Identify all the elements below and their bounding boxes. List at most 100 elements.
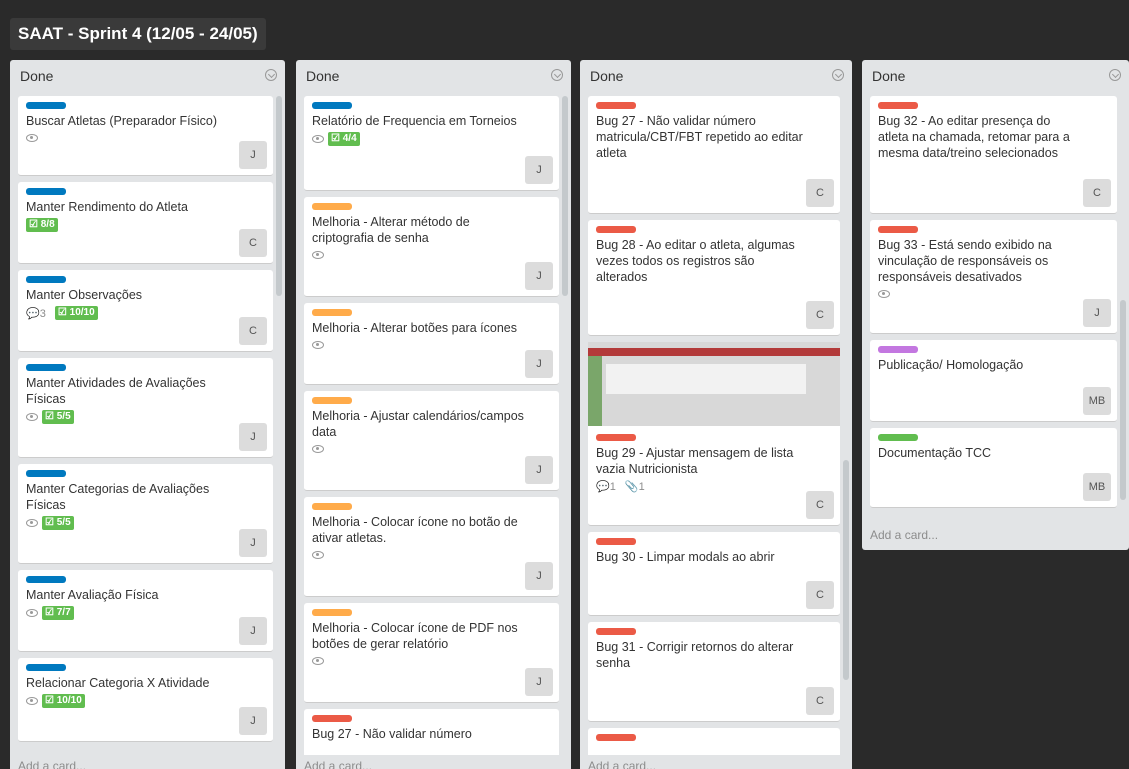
cards-container: Bug 27 - Não validar número matricula/CB… [588,96,840,755]
thumbnail-header-bar [588,348,840,356]
label-blue [26,364,66,371]
card-title: Relatório de Frequencia em Torneios [312,114,517,128]
label-green [878,434,918,441]
label-orange [312,609,352,616]
avatar[interactable]: J [239,529,267,557]
card[interactable]: Buscar Atletas (Preparador Físico) J [18,96,273,176]
avatar[interactable]: J [525,262,553,290]
list-1: Done Buscar Atletas (Preparador Físico) … [10,60,285,769]
avatar[interactable]: C [806,491,834,519]
card[interactable]: Melhoria - Alterar botões para ícones J [304,303,559,385]
scrollbar[interactable] [276,96,282,296]
list-header[interactable]: Done [862,60,1129,90]
card[interactable] [588,728,840,755]
label-blue [312,102,352,109]
card[interactable]: Bug 33 - Está sendo exibido na vinculaçã… [870,220,1117,334]
eye-icon [312,341,324,350]
list-header[interactable]: Done [296,60,571,90]
list-header[interactable]: Done [580,60,852,90]
card-title: Bug 30 - Limpar modals ao abrir [596,550,775,564]
card[interactable]: Melhoria - Ajustar calendários/campos da… [304,391,559,491]
add-card-link[interactable]: Add a card... [18,759,86,769]
avatar[interactable]: C [1083,179,1111,207]
card[interactable]: Melhoria - Alterar método de criptografi… [304,197,559,297]
list-menu-icon[interactable] [1109,69,1121,81]
avatar[interactable]: C [239,317,267,345]
list-menu-icon[interactable] [832,69,844,81]
avatar[interactable]: J [525,156,553,184]
label-red [596,226,636,233]
cards-container: Bug 32 - Ao editar presença do atleta na… [870,96,1117,530]
card-title: Bug 27 - Não validar número [312,727,472,741]
avatar[interactable]: J [525,668,553,696]
avatar[interactable]: C [806,179,834,207]
card-title: Melhoria - Colocar ícone no botão de ati… [312,515,518,545]
card[interactable]: Melhoria - Colocar ícone de PDF nos botõ… [304,603,559,703]
card-title: Melhoria - Colocar ícone de PDF nos botõ… [312,621,518,651]
eye-icon [312,657,324,666]
card[interactable]: Bug 31 - Corrigir retornos do alterar se… [588,622,840,722]
avatar[interactable]: J [239,707,267,735]
list-menu-icon[interactable] [265,69,277,81]
list-3: Done Bug 27 - Não validar número matricu… [580,60,852,769]
scrollbar[interactable] [843,460,849,680]
board-title[interactable]: SAAT - Sprint 4 (12/05 - 24/05) [10,18,266,50]
avatar[interactable]: C [806,687,834,715]
card[interactable]: Bug 32 - Ao editar presença do atleta na… [870,96,1117,214]
avatar[interactable]: C [806,581,834,609]
label-orange [312,203,352,210]
eye-icon [26,697,38,705]
avatar[interactable]: MB [1083,473,1111,501]
card-title: Manter Atividades de Avaliações Físicas [26,376,206,406]
card[interactable]: Manter Categorias de Avaliações Físicas … [18,464,273,564]
card[interactable]: Publicação/ Homologação MB [870,340,1117,422]
badges: ☑ 5/5 [26,410,265,426]
add-card-link[interactable]: Add a card... [304,759,372,769]
list-4: Done Bug 32 - Ao editar presença do atle… [862,60,1129,550]
label-blue [26,276,66,283]
card[interactable]: Bug 28 - Ao editar o atleta, algumas vez… [588,220,840,336]
card-title: Manter Avaliação Física [26,588,159,602]
avatar[interactable]: J [525,562,553,590]
label-blue [26,576,66,583]
badges: 💬1 📎1 [596,480,832,496]
checklist-badge: ☑ 4/4 [328,132,360,146]
checklist-badge: ☑ 10/10 [42,694,85,708]
card-title: Manter Rendimento do Atleta [26,200,188,214]
card[interactable]: Documentação TCC MB [870,428,1117,508]
avatar[interactable]: J [1083,299,1111,327]
avatar[interactable]: C [239,229,267,257]
card[interactable]: Bug 27 - Não validar número [304,709,559,755]
avatar[interactable]: MB [1083,387,1111,415]
checklist-badge: ☑ 8/8 [26,218,58,232]
list-menu-icon[interactable] [551,69,563,81]
avatar[interactable]: J [239,423,267,451]
badges: ☑ 4/4 [312,132,551,148]
list-header[interactable]: Done [10,60,285,90]
label-orange [312,397,352,404]
comment-icon: 💬3 [26,307,46,320]
card[interactable]: Manter Atividades de Avaliações Físicas … [18,358,273,458]
add-card-link[interactable]: Add a card... [588,759,656,769]
card[interactable]: Manter Avaliação Física ☑ 7/7 J [18,570,273,652]
attachment-thumbnail[interactable] [588,342,840,426]
scrollbar[interactable] [1120,300,1126,500]
avatar[interactable]: J [525,350,553,378]
card[interactable]: Relacionar Categoria X Atividade ☑ 10/10… [18,658,273,742]
card[interactable]: Melhoria - Colocar ícone no botão de ati… [304,497,559,597]
card[interactable]: Relatório de Frequencia em Torneios ☑ 4/… [304,96,559,191]
checklist-badge: ☑ 10/10 [54,306,98,320]
card[interactable]: Bug 30 - Limpar modals ao abrir C [588,532,840,616]
label-blue [26,664,66,671]
badges [312,339,551,355]
avatar[interactable]: J [239,617,267,645]
add-card-link[interactable]: Add a card... [870,528,938,542]
scrollbar[interactable] [562,96,568,296]
card[interactable]: Manter Observações 💬3 ☑ 10/10 C [18,270,273,352]
avatar[interactable]: C [806,301,834,329]
avatar[interactable]: J [239,141,267,169]
card[interactable]: Bug 29 - Ajustar mensagem de lista vazia… [588,342,840,526]
card[interactable]: Bug 27 - Não validar número matricula/CB… [588,96,840,214]
card[interactable]: Manter Rendimento do Atleta ☑ 8/8 C [18,182,273,264]
avatar[interactable]: J [525,456,553,484]
